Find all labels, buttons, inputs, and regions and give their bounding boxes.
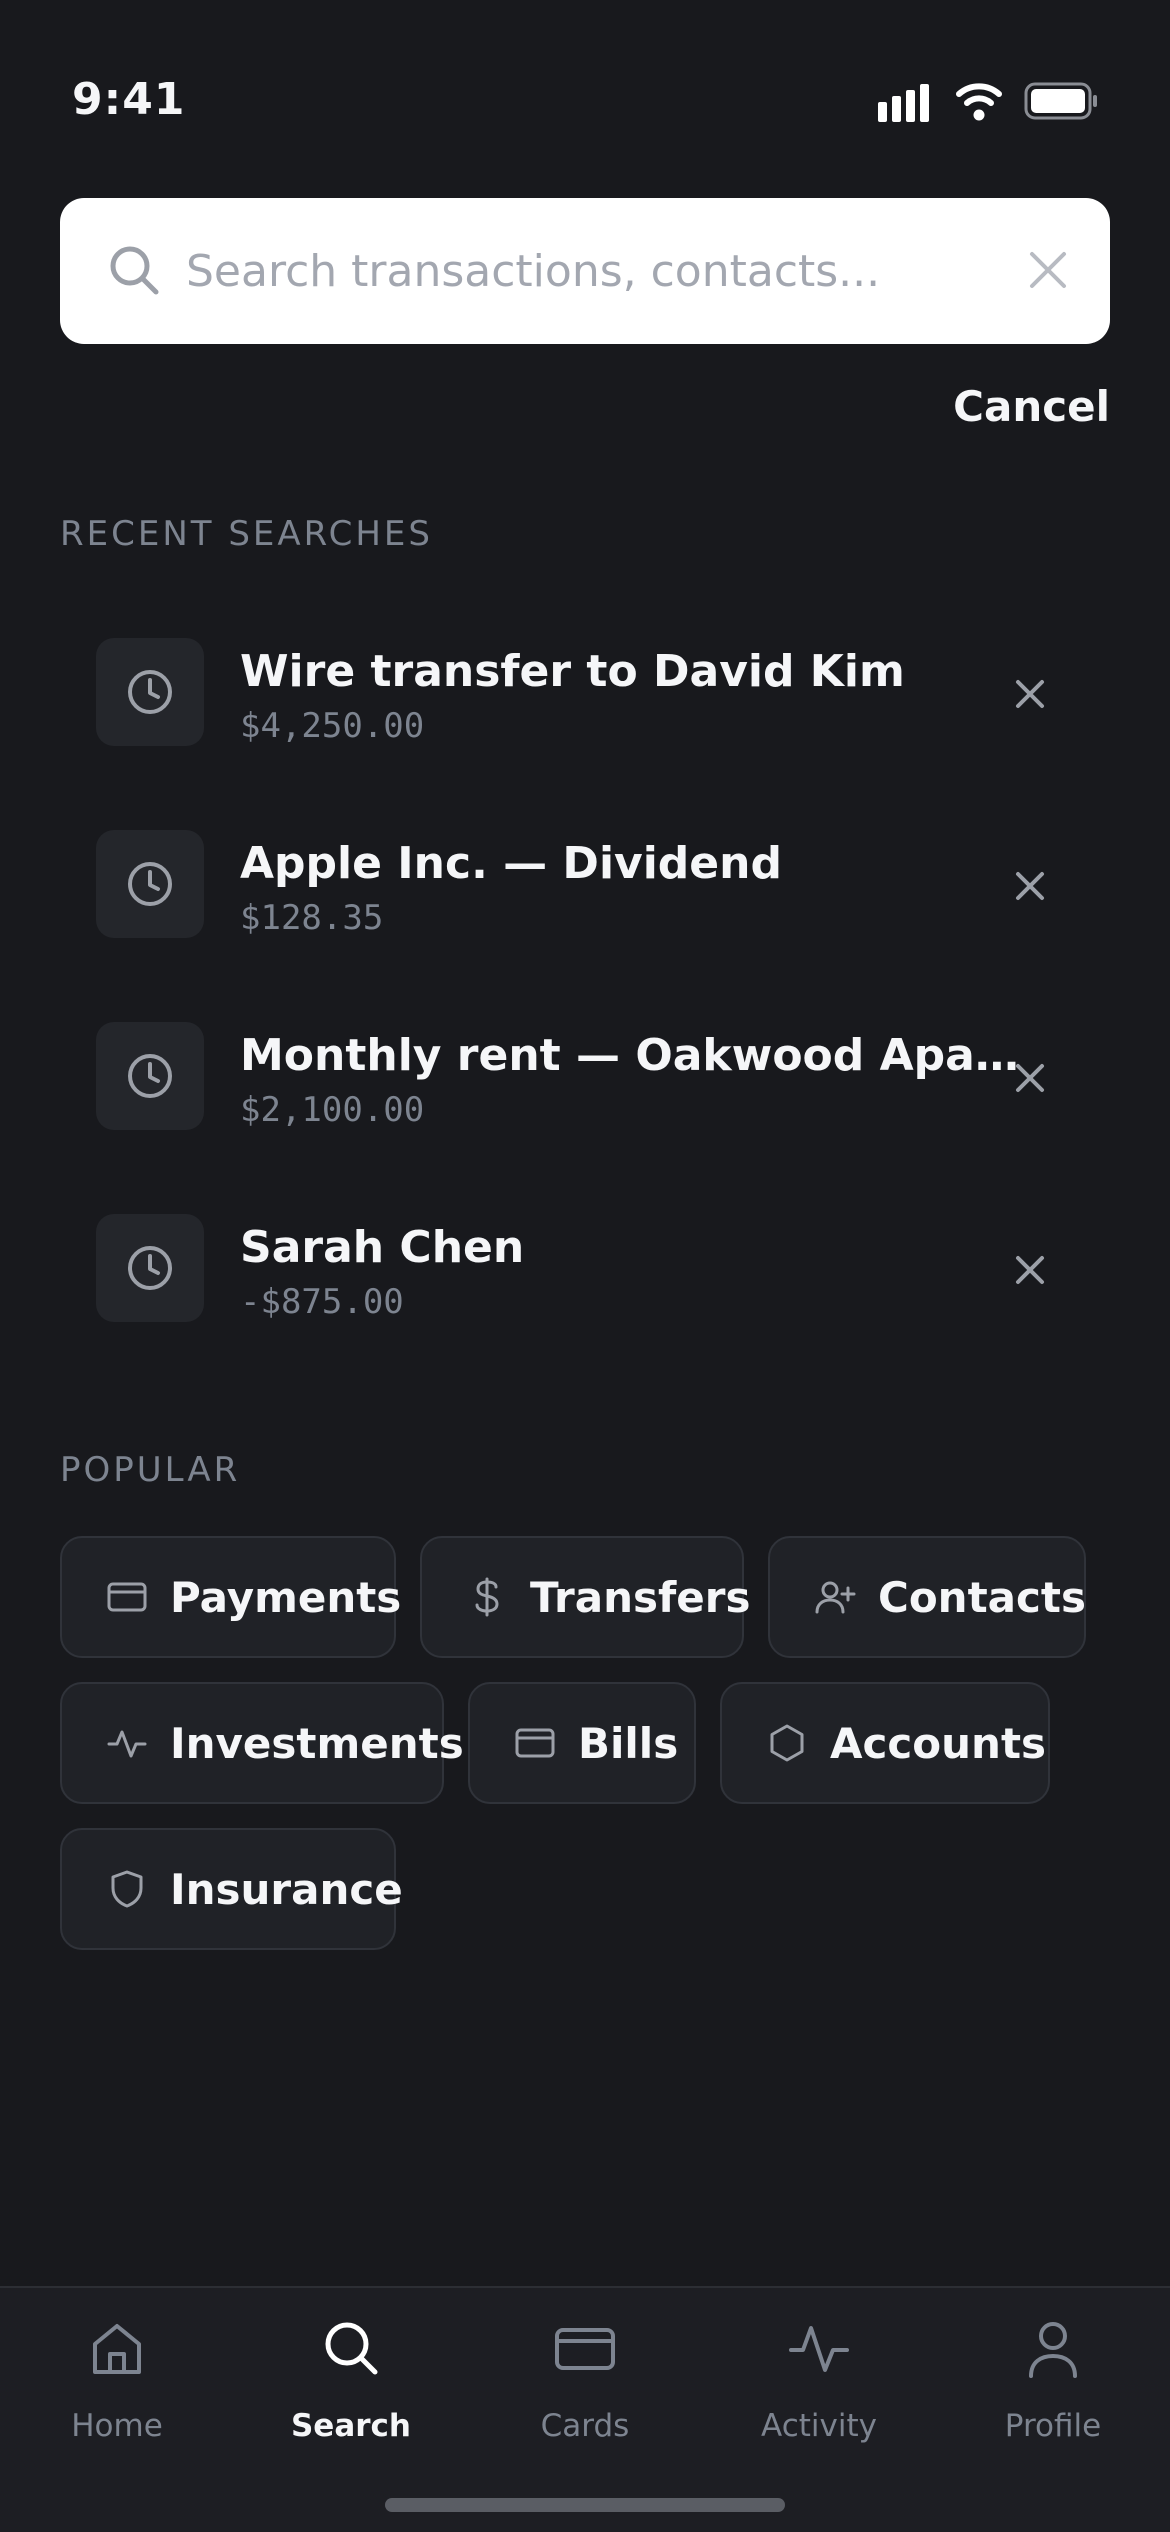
remove-recent-icon[interactable] xyxy=(1008,672,1052,716)
shield-icon xyxy=(111,1870,143,1908)
history-icon-box xyxy=(96,1022,204,1130)
search-screen: 9:41 Cancel RECENT SEARCHE xyxy=(0,0,1170,2532)
chip-label: Transfers xyxy=(530,1572,751,1622)
activity-icon xyxy=(107,1730,147,1758)
history-icon-box xyxy=(96,638,204,746)
recent-search-amount: $4,250.00 xyxy=(240,706,425,746)
recent-search-item[interactable]: Monthly rent — Oakwood Apartments $2,100… xyxy=(96,1022,1070,1134)
user-icon xyxy=(1029,2322,1077,2378)
tab-profile[interactable]: Profile xyxy=(936,2318,1170,2468)
chip-transfers[interactable]: Transfers xyxy=(420,1536,750,1658)
tab-label: Home xyxy=(71,2408,163,2444)
chip-label: Insurance xyxy=(170,1864,403,1914)
chip-payments[interactable]: Payments xyxy=(60,1536,401,1658)
chip-investments[interactable]: Investments xyxy=(60,1682,464,1804)
chip-contacts[interactable]: Contacts xyxy=(768,1536,1086,1658)
chip-bills[interactable]: Bills xyxy=(468,1682,696,1804)
tab-label: Cards xyxy=(540,2408,630,2444)
activity-icon xyxy=(789,2326,849,2372)
remove-recent-icon[interactable] xyxy=(1008,864,1052,908)
history-icon-box xyxy=(96,1214,204,1322)
recent-search-item[interactable]: Sarah Chen -$875.00 xyxy=(96,1214,1070,1326)
cellular-signal-icon xyxy=(878,84,929,122)
chip-insurance[interactable]: Insurance xyxy=(60,1828,403,1950)
remove-recent-icon[interactable] xyxy=(1008,1248,1052,1292)
clear-search-icon[interactable] xyxy=(1020,242,1076,298)
search-icon xyxy=(110,246,159,295)
tab-home[interactable]: Home xyxy=(0,2318,234,2468)
card-icon xyxy=(107,1582,147,1612)
status-bar: 9:41 xyxy=(0,0,1170,200)
tab-label: Activity xyxy=(761,2408,877,2444)
home-indicator[interactable] xyxy=(385,2498,785,2512)
search-input[interactable] xyxy=(186,228,1026,314)
card-icon xyxy=(515,1728,555,1758)
chip-accounts[interactable]: Accounts xyxy=(720,1682,1050,1804)
recent-search-item[interactable]: Wire transfer to David Kim $4,250.00 xyxy=(96,638,1070,750)
tab-label: Search xyxy=(290,2408,411,2444)
recent-search-title: Sarah Chen xyxy=(240,1222,525,1273)
recent-search-title: Apple Inc. — Dividend xyxy=(240,838,782,889)
cancel-button[interactable]: Cancel xyxy=(953,382,1110,431)
recent-search-title: Monthly rent — Oakwood Apartments xyxy=(240,1030,1030,1081)
wifi-icon xyxy=(956,83,1002,121)
recent-search-amount: $2,100.00 xyxy=(240,1090,425,1130)
clock-icon xyxy=(128,862,172,906)
tab-bar: Home Search Cards Activity Profile xyxy=(0,2286,1170,2532)
history-icon-box xyxy=(96,830,204,938)
popular-heading: POPULAR xyxy=(60,1450,241,1490)
clock-icon xyxy=(128,1054,172,1098)
remove-recent-icon[interactable] xyxy=(1008,1056,1052,1100)
card-icon xyxy=(555,2328,615,2370)
recent-search-item[interactable]: Apple Inc. — Dividend $128.35 xyxy=(96,830,1070,942)
chip-label: Payments xyxy=(170,1572,402,1622)
recent-search-title: Wire transfer to David Kim xyxy=(240,646,905,697)
tab-activity[interactable]: Activity xyxy=(702,2318,936,2468)
chip-label: Contacts xyxy=(878,1572,1086,1622)
hexagon-icon xyxy=(770,1724,804,1762)
chip-label: Investments xyxy=(170,1718,464,1768)
tab-search[interactable]: Search xyxy=(234,2318,468,2468)
chip-label: Accounts xyxy=(830,1718,1047,1768)
chip-label: Bills xyxy=(578,1718,679,1768)
search-icon xyxy=(325,2322,378,2375)
user-plus-icon xyxy=(815,1581,856,1614)
clock-icon xyxy=(128,670,172,714)
dollar-icon xyxy=(475,1577,499,1617)
search-bar[interactable] xyxy=(60,198,1110,344)
clock-icon xyxy=(128,1246,172,1290)
recent-searches-heading: RECENT SEARCHES xyxy=(60,514,433,554)
recent-search-amount: $128.35 xyxy=(240,898,384,938)
status-time: 9:41 xyxy=(72,74,186,125)
tab-label: Profile xyxy=(1004,2408,1102,2444)
recent-search-amount: -$875.00 xyxy=(240,1282,404,1322)
tab-cards[interactable]: Cards xyxy=(468,2318,702,2468)
battery-icon xyxy=(1024,82,1097,120)
home-icon xyxy=(93,2324,141,2374)
